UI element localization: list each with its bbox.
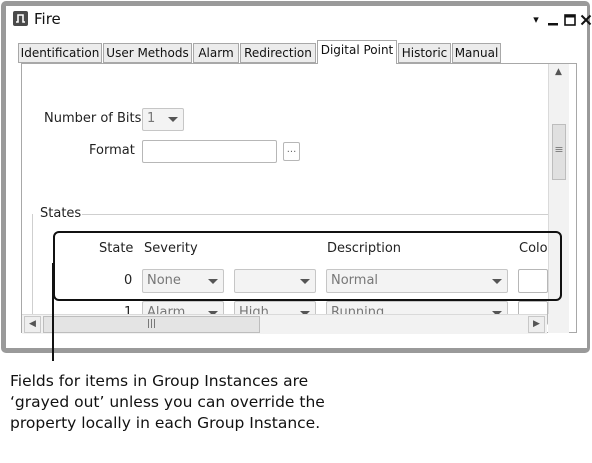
- figure-caption: Fields for items in Group Instances are …: [10, 372, 325, 432]
- tab-digital-point[interactable]: Digital Point: [317, 40, 397, 64]
